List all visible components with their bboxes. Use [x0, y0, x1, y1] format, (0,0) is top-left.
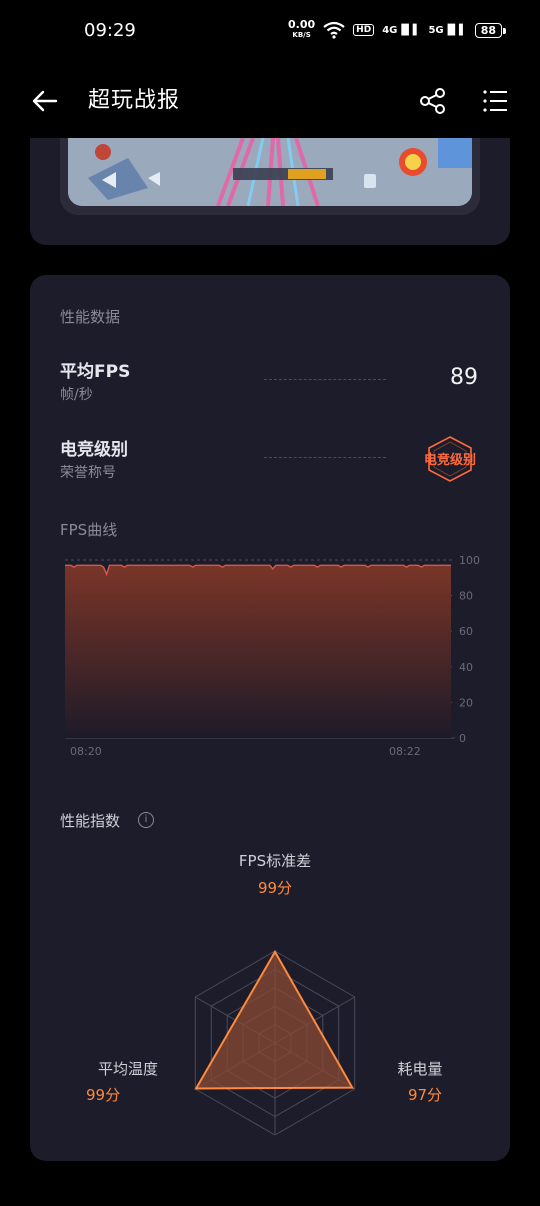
radar-axis-label-temp: 平均温度	[97, 1060, 158, 1078]
fps-curve-label: FPS曲线	[60, 521, 118, 539]
game-screenshot-card	[30, 138, 510, 245]
esports-title: 电竞级别	[60, 440, 128, 460]
signal-4g-icon: 4G▐▌▌	[382, 24, 421, 36]
divider-dots	[264, 379, 386, 380]
status-time: 09:29	[84, 20, 136, 41]
radar-score-temp: 99分	[86, 1086, 121, 1104]
list-menu-icon[interactable]	[480, 86, 510, 116]
radar-score-power: 97分	[407, 1086, 443, 1104]
net-speed: 0.00 KB/S	[288, 18, 316, 39]
status-bar: 09:29 0.00 KB/S HD 4G▐▌▌ 5G▐▌▌ 88	[0, 0, 540, 62]
info-icon[interactable]: i	[138, 812, 154, 828]
back-arrow-icon[interactable]	[30, 86, 60, 116]
y-tick-label: 60	[459, 625, 473, 638]
y-tick-label: 40	[459, 661, 473, 674]
performance-section-label: 性能数据	[60, 308, 121, 326]
game-scene-image	[68, 138, 472, 206]
x-tick-label: 08:22	[389, 745, 421, 755]
avg-fps-value: 89	[450, 365, 478, 390]
divider-dots	[264, 457, 386, 458]
performance-index-label: 性能指数	[60, 812, 121, 830]
status-icons: 0.00 KB/S HD 4G▐▌▌ 5G▐▌▌ 88	[288, 18, 507, 40]
hd-icon: HD	[353, 24, 375, 36]
battery-icon: 88	[474, 22, 507, 38]
fps-area	[65, 565, 451, 738]
game-screenshot[interactable]	[68, 138, 472, 206]
radar-data-shape	[194, 949, 355, 1090]
fps-curve-chart: 0 20 40 60 80 100 08:20 08:22	[65, 555, 480, 755]
page-title: 超玩战报	[88, 88, 181, 113]
performance-radar-chart	[194, 949, 356, 1135]
radar-axis-label-power: 耗电量	[397, 1060, 443, 1078]
y-tick-label: 0	[459, 732, 466, 745]
radar-score-fps: 99分	[257, 879, 293, 897]
performance-card: 性能数据 平均FPS 帧/秒 89 电竞级别 荣誉称号 电竞级别 FPS曲线 0…	[30, 275, 510, 1161]
y-tick-label: 20	[459, 696, 473, 709]
esports-badge: 电竞级别	[419, 435, 481, 483]
wifi-icon	[323, 21, 345, 39]
esports-subtitle: 荣誉称号	[60, 465, 116, 481]
signal-5g-icon: 5G▐▌▌	[428, 24, 467, 36]
y-tick-label: 80	[459, 590, 473, 603]
esports-badge-label: 电竞级别	[423, 453, 476, 468]
avg-fps-unit: 帧/秒	[60, 387, 93, 403]
screenshot-frame	[60, 138, 480, 215]
x-tick-label: 08:20	[70, 745, 102, 755]
y-tick-label: 100	[459, 555, 480, 567]
avg-fps-title: 平均FPS	[60, 362, 131, 382]
share-icon[interactable]	[418, 86, 448, 116]
radar-axis-label-fps: FPS标准差	[238, 852, 312, 870]
app-bar: 超玩战报	[0, 62, 540, 138]
